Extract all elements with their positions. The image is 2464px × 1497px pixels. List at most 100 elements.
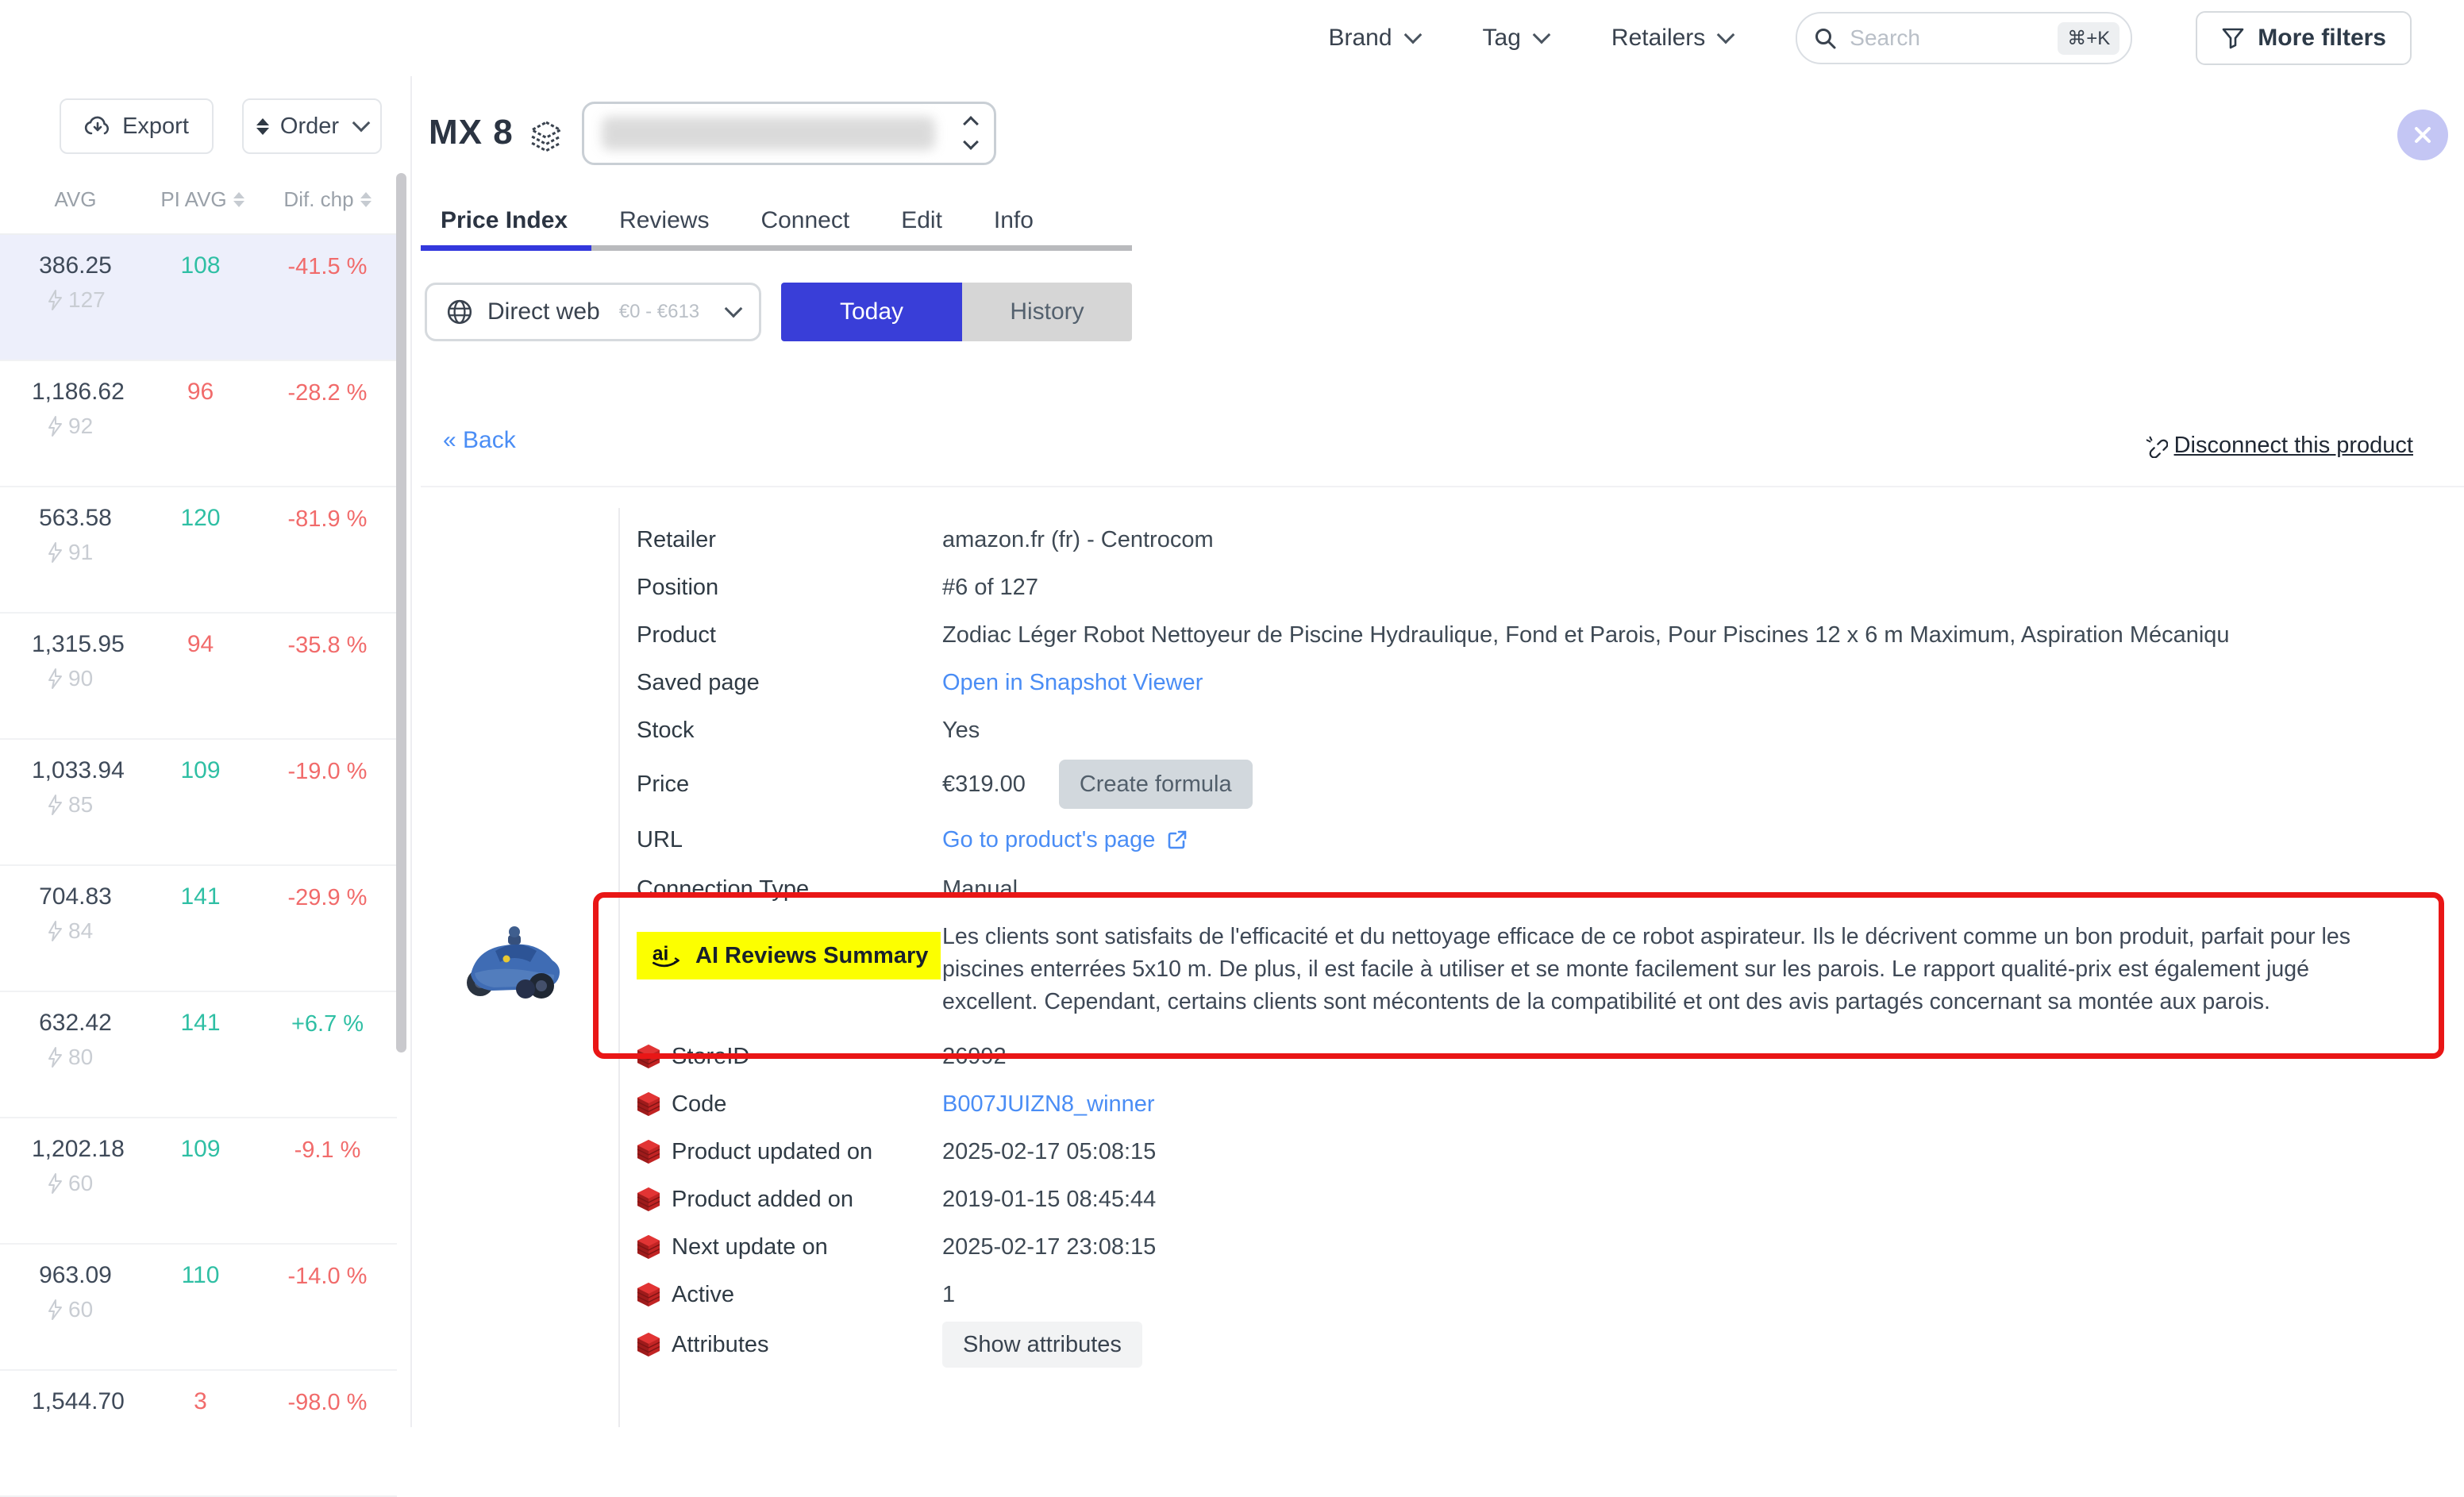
price-index-row[interactable]: 632.4280141+6.7 % bbox=[0, 992, 397, 1118]
source-filter-label: Direct web bbox=[487, 298, 600, 325]
avg-value: 563.58 bbox=[32, 505, 119, 532]
detail-label: Product added on bbox=[637, 1187, 942, 1213]
dif-chp-value: -35.8 % bbox=[262, 633, 393, 659]
disconnect-product-link[interactable]: Disconnect this product bbox=[2144, 433, 2413, 459]
chevron-down-icon bbox=[1403, 26, 1422, 44]
detail-link[interactable]: B007JUIZN8_winner bbox=[942, 1091, 1155, 1118]
detail-row: Connection TypeManual bbox=[637, 865, 2456, 913]
detail-label: URL bbox=[637, 827, 942, 853]
detail-row: Next update on2025-02-17 23:08:15 bbox=[637, 1223, 2456, 1271]
detail-row: StoreID26992 bbox=[637, 1033, 2456, 1080]
product-variant-select[interactable] bbox=[582, 102, 996, 165]
sidebar-scrollbar[interactable] bbox=[396, 173, 406, 1053]
external-link-icon bbox=[1166, 829, 1188, 851]
detail-row: Product updated on2025-02-17 05:08:15 bbox=[637, 1128, 2456, 1176]
detail-value: #6 of 127 bbox=[942, 575, 1038, 601]
svg-text:ai: ai bbox=[653, 943, 668, 964]
search-shortcut-badge: ⌘+K bbox=[2058, 22, 2119, 55]
column-dif-chp[interactable]: Dif. chp bbox=[258, 187, 397, 212]
avg-value: 632.42 bbox=[32, 1010, 119, 1037]
tab-edit[interactable]: Edit bbox=[901, 207, 942, 234]
order-button[interactable]: Order bbox=[242, 98, 382, 154]
detail-row: Position#6 of 127 bbox=[637, 564, 2456, 611]
detail-label: Stock bbox=[637, 718, 942, 744]
export-button[interactable]: Export bbox=[60, 98, 214, 154]
dif-chp-value: -81.9 % bbox=[262, 506, 393, 533]
avg-value: 704.83 bbox=[32, 883, 119, 910]
pi-avg-value: 110 bbox=[147, 1262, 254, 1289]
search-input[interactable] bbox=[1848, 25, 2046, 52]
detail-label: Attributes bbox=[637, 1332, 942, 1358]
toggle-history[interactable]: History bbox=[962, 283, 1132, 341]
lightning-bolt-icon bbox=[46, 668, 64, 690]
source-filter-select[interactable]: Direct web €0 - €613 bbox=[425, 283, 761, 341]
detail-label: Product updated on bbox=[637, 1139, 942, 1165]
disconnect-label: Disconnect this product bbox=[2174, 433, 2413, 459]
product-title: MX 8 bbox=[429, 113, 514, 152]
toggle-today[interactable]: Today bbox=[781, 283, 962, 341]
pi-avg-value: 96 bbox=[147, 379, 254, 406]
tab-reviews[interactable]: Reviews bbox=[619, 207, 709, 234]
chevron-down-icon bbox=[352, 114, 371, 133]
chevron-down-icon bbox=[725, 300, 743, 318]
show-attributes-button[interactable]: Show attributes bbox=[942, 1322, 1142, 1368]
price-index-row[interactable]: 1,315.959094-35.8 % bbox=[0, 614, 397, 740]
detail-label: Code bbox=[637, 1091, 942, 1118]
search-box[interactable]: ⌘+K bbox=[1796, 12, 2132, 64]
tab-connect[interactable]: Connect bbox=[760, 207, 849, 234]
column-pi-avg[interactable]: PI AVG bbox=[139, 187, 266, 212]
pi-avg-value: 109 bbox=[147, 1136, 254, 1163]
lightning-bolt-icon bbox=[46, 1172, 64, 1195]
avg-value: 1,315.95 bbox=[32, 631, 119, 658]
database-cube-icon bbox=[637, 1282, 660, 1307]
detail-row: CodeB007JUIZN8_winner bbox=[637, 1080, 2456, 1128]
avg-value: 1,186.62 bbox=[32, 379, 119, 406]
lightning-bolt-icon bbox=[46, 794, 64, 816]
lightning-bolt-icon bbox=[46, 541, 64, 564]
ai-logo-icon: ai bbox=[649, 940, 686, 972]
tag-dropdown[interactable]: Tag bbox=[1483, 25, 1548, 52]
cloud-download-icon bbox=[84, 114, 111, 138]
close-icon bbox=[2412, 124, 2434, 146]
tab-price-index[interactable]: Price Index bbox=[441, 207, 568, 234]
tab-info[interactable]: Info bbox=[994, 207, 1034, 234]
retailers-dropdown[interactable]: Retailers bbox=[1611, 25, 1732, 52]
detail-link[interactable]: Open in Snapshot Viewer bbox=[942, 670, 1203, 696]
detail-row: StockYes bbox=[637, 706, 2456, 754]
price-index-row[interactable]: 704.8384141-29.9 % bbox=[0, 866, 397, 992]
pi-avg-value: 141 bbox=[147, 883, 254, 910]
retailer-count: 92 bbox=[46, 414, 93, 439]
detail-label: Active bbox=[637, 1282, 942, 1308]
close-panel-button[interactable] bbox=[2397, 110, 2448, 160]
dif-chp-value: +6.7 % bbox=[262, 1011, 393, 1037]
more-filters-button[interactable]: More filters bbox=[2196, 11, 2412, 65]
section-divider bbox=[421, 486, 2464, 487]
more-filters-label: More filters bbox=[2258, 25, 2386, 52]
brand-dropdown[interactable]: Brand bbox=[1328, 25, 1419, 52]
ai-summary-text: Les clients sont satisfaits de l'efficac… bbox=[942, 921, 2379, 1018]
ai-summary-chip: ai AI Reviews Summary bbox=[637, 932, 941, 979]
detail-value: 2019-01-15 08:45:44 bbox=[942, 1187, 1156, 1213]
price-index-row[interactable]: 563.5891120-81.9 % bbox=[0, 487, 397, 614]
active-tab-underline bbox=[421, 245, 591, 251]
avg-value: 386.25 bbox=[32, 252, 119, 279]
retailer-count: 60 bbox=[46, 1297, 93, 1322]
detail-row: Price€319.00Create formula bbox=[637, 754, 2456, 814]
back-link[interactable]: « Back bbox=[443, 427, 516, 454]
detail-row: Saved pageOpen in Snapshot Viewer bbox=[637, 659, 2456, 706]
create-formula-button[interactable]: Create formula bbox=[1059, 760, 1253, 809]
product-thumbnail bbox=[459, 918, 575, 1010]
detail-row: AttributesShow attributes bbox=[637, 1318, 2456, 1371]
ai-reviews-summary-row: ai AI Reviews Summary Les clients sont s… bbox=[637, 921, 2456, 1018]
price-index-row[interactable]: 1,202.1860109-9.1 % bbox=[0, 1118, 397, 1245]
database-cube-icon bbox=[637, 1332, 660, 1357]
dif-chp-value: -41.5 % bbox=[262, 254, 393, 280]
price-index-row[interactable]: 1,186.629296-28.2 % bbox=[0, 361, 397, 487]
database-cube-icon bbox=[637, 1187, 660, 1212]
detail-link[interactable]: Go to product's page bbox=[942, 827, 1155, 853]
price-index-row[interactable]: 386.25127108-41.5 % bbox=[0, 235, 397, 361]
price-index-row[interactable]: 1,544.703-98.0 % bbox=[0, 1371, 397, 1497]
detail-value: 1 bbox=[942, 1282, 955, 1308]
price-index-row[interactable]: 1,033.9485109-19.0 % bbox=[0, 740, 397, 866]
price-index-row[interactable]: 963.0960110-14.0 % bbox=[0, 1245, 397, 1371]
